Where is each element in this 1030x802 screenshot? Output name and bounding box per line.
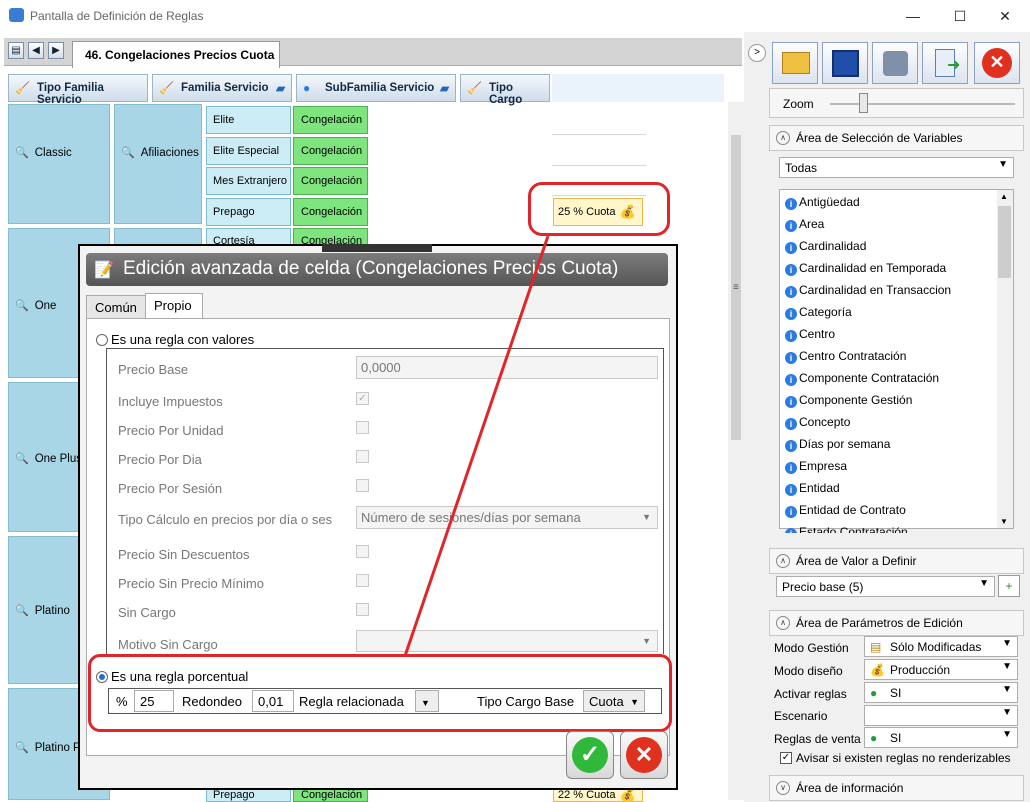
annotation-arrow-line: [403, 235, 550, 657]
annotation-line: [403, 235, 550, 657]
